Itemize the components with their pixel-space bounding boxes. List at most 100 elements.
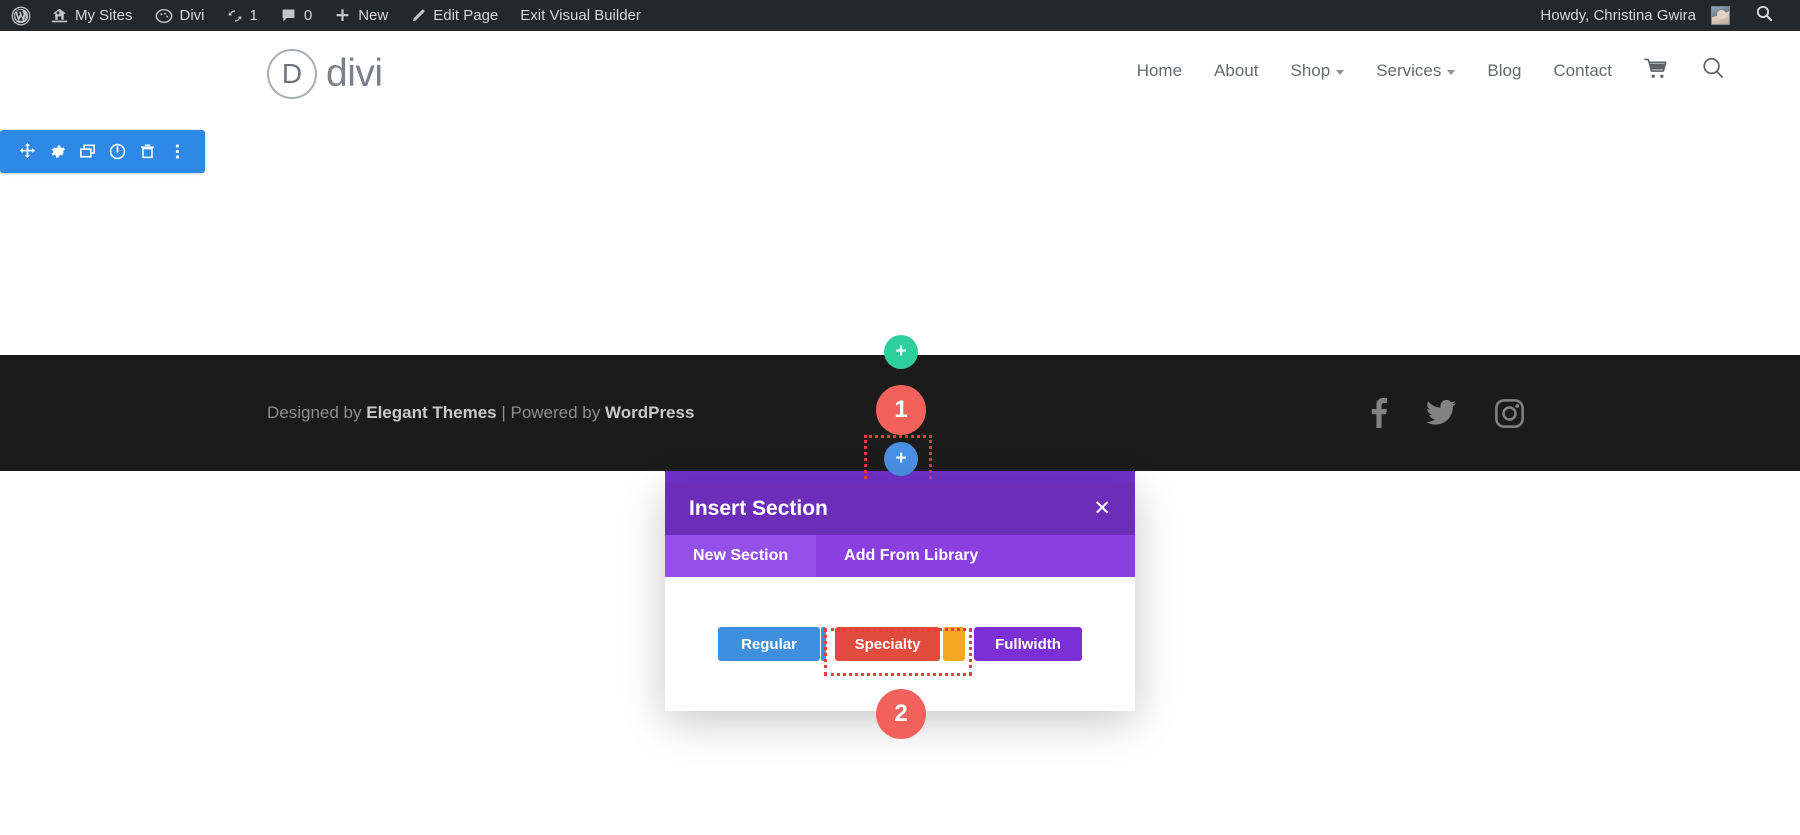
admin-bar-new[interactable]: New [323,0,399,31]
admin-bar-my-sites[interactable]: My Sites [40,0,144,31]
move-icon[interactable] [16,141,38,163]
step-marker-2-label: 2 [894,700,908,727]
nav-item-home[interactable]: Home [1121,61,1198,81]
modal-header: Insert Section ✕ [665,482,1135,535]
nav-item-shop[interactable]: Shop [1274,61,1360,81]
cart-button[interactable] [1628,58,1685,85]
footer-powered-prefix: Powered by [510,403,605,422]
admin-bar-right-group: Howdy, Christina Gwira [1529,0,1800,31]
admin-bar-exit-visual-builder-label: Exit Visual Builder [520,7,641,24]
duplicate-icon[interactable] [76,141,98,163]
nav-item-services-label: Services [1376,61,1442,80]
regular-section-accent [821,627,826,661]
add-section-button-green[interactable]: + [884,335,918,369]
tab-add-from-library[interactable]: Add From Library [816,535,1006,577]
admin-bar-divi-label: Divi [179,7,205,24]
section-toolbar [0,130,205,173]
regular-section-label: Regular [741,635,797,653]
footer-social-links [1371,398,1524,428]
search-icon [1755,4,1774,27]
admin-bar-edit-page-label: Edit Page [433,7,499,24]
admin-bar-comments-count: 0 [303,7,313,24]
admin-bar-left-group: My Sites Divi 1 0 New Edit Page Exit Vis… [0,0,652,31]
trash-icon[interactable] [137,141,159,163]
wordpress-icon [11,6,31,26]
tab-add-from-library-label: Add From Library [844,547,979,564]
plus-icon: + [895,341,907,362]
nav-item-shop-label: Shop [1290,61,1331,80]
chevron-down-icon [1336,70,1345,75]
footer-credit: Designed by Elegant Themes | Powered by … [267,403,694,423]
nav-item-about-label: About [1214,61,1259,80]
admin-bar-exit-visual-builder[interactable]: Exit Visual Builder [509,0,652,31]
facebook-icon[interactable] [1371,398,1387,428]
insert-section-modal: Insert Section ✕ New Section Add From Li… [665,482,1135,711]
search-icon [1701,56,1726,86]
divi-visual-builder-screen: My Sites Divi 1 0 New Edit Page Exit Vis… [0,0,1800,835]
site-search-button[interactable] [1685,56,1742,86]
nav-item-contact-label: Contact [1553,61,1612,80]
builder-canvas: Designed by Elegant Themes | Powered by … [0,111,1800,835]
footer-elegant-themes-link[interactable]: Elegant Themes [366,403,496,422]
tab-new-section-label: New Section [693,547,789,564]
site-header: D divi Home About Shop Services Blog Con [0,31,1800,111]
footer-separator: | [496,403,511,422]
power-icon[interactable] [107,141,129,163]
footer-wordpress-link[interactable]: WordPress [605,403,694,422]
more-vertical-icon[interactable] [167,141,189,163]
divi-logo-text: divi [326,52,383,95]
fullwidth-section-button[interactable]: Fullwidth [974,627,1082,661]
nav-item-home-label: Home [1136,61,1183,80]
nav-item-blog[interactable]: Blog [1471,61,1537,81]
wp-admin-bar: My Sites Divi 1 0 New Edit Page Exit Vis… [0,0,1800,31]
specialty-section-label: Specialty [854,635,921,653]
primary-navigation: Home About Shop Services Blog Contact [1121,31,1800,111]
step-marker-2: 2 [876,689,926,739]
modal-title: Insert Section [689,496,828,520]
admin-bar-comments[interactable]: 0 [269,0,323,31]
admin-bar-account[interactable]: Howdy, Christina Gwira [1529,0,1739,31]
specialty-group: Specialty [835,627,965,661]
footer-designed-prefix: Designed by [267,403,367,422]
admin-bar-divi[interactable]: Divi [144,0,216,31]
admin-bar-edit-page[interactable]: Edit Page [399,0,509,31]
nav-item-contact[interactable]: Contact [1537,61,1628,81]
chevron-down-icon [1447,70,1456,75]
plus-icon: + [895,448,907,469]
step-marker-1-label: 1 [894,396,908,423]
sites-icon [51,7,68,24]
admin-bar-my-sites-label: My Sites [75,7,133,24]
plus-icon [334,7,351,24]
add-section-button-blue[interactable]: + [884,442,918,476]
fullwidth-section-label: Fullwidth [995,635,1061,653]
specialty-section-button[interactable]: Specialty [835,627,940,661]
close-icon[interactable]: ✕ [1093,498,1111,519]
specialty-section-accent [943,627,965,661]
regular-group: Regular [718,627,826,661]
nav-item-services[interactable]: Services [1360,61,1471,81]
divi-icon [155,7,173,25]
nav-item-about[interactable]: About [1198,61,1274,81]
divi-logo-mark: D [267,49,317,99]
avatar [1711,6,1730,25]
admin-bar-updates-count: 1 [249,7,258,24]
admin-bar-updates[interactable]: 1 [216,0,269,31]
settings-gear-icon[interactable] [46,141,68,163]
section-type-buttons: Regular Specialty Fullwidth [718,627,1082,661]
nav-item-blog-label: Blog [1487,61,1522,80]
regular-section-button[interactable]: Regular [718,627,820,661]
step-marker-1: 1 [876,385,926,435]
admin-bar-new-label: New [358,7,389,24]
instagram-icon[interactable] [1495,398,1524,428]
admin-bar-search-button[interactable] [1739,4,1788,27]
admin-bar-wordpress-logo[interactable] [0,0,40,31]
cart-icon [1644,58,1669,85]
comment-icon [280,7,297,24]
tab-new-section[interactable]: New Section [665,535,817,577]
twitter-icon[interactable] [1426,400,1456,426]
site-logo[interactable]: D divi [267,49,383,99]
pencil-icon [410,8,426,24]
modal-tabs: New Section Add From Library [665,535,1135,577]
admin-bar-howdy-label: Howdy, Christina Gwira [1540,7,1696,24]
updates-icon [227,8,243,24]
